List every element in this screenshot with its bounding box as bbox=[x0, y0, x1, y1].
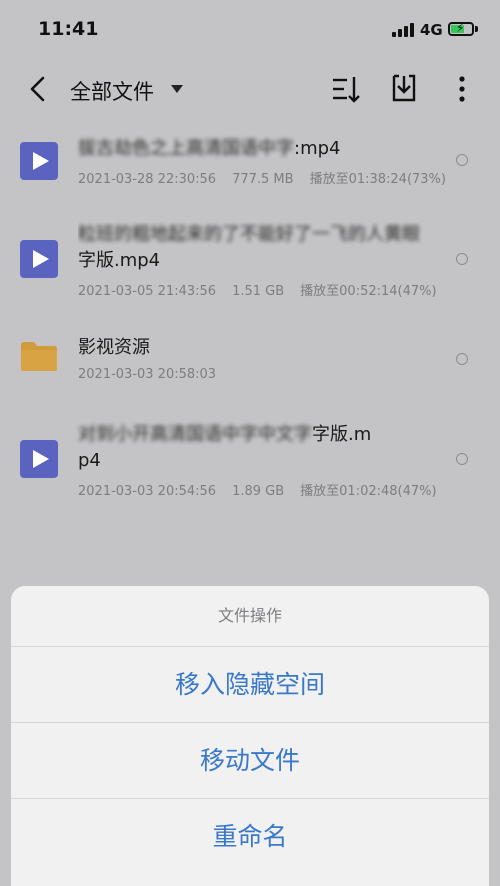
file-meta: 2021-03-28 22:30:56 777.5 MB 播放至01:38:24(7… bbox=[78, 172, 446, 187]
battery-cap bbox=[475, 26, 478, 32]
video-file-icon bbox=[20, 440, 58, 478]
battery-icon: ⚡ bbox=[448, 21, 474, 36]
file-name: 拔古劫色之上高清国语中字:mp4 bbox=[78, 138, 341, 159]
video-file-icon bbox=[20, 142, 58, 180]
folder-row[interactable]: 影视资源 2021-03-03 20:58:03 bbox=[0, 330, 500, 390]
folder-name: 影视资源 bbox=[78, 337, 150, 358]
back-arrow-icon[interactable] bbox=[24, 74, 54, 104]
file-row[interactable]: 粒班的粗地起来的了不能好了一飞的人黄眼 字版.mp4 2021-03-05 21… bbox=[0, 222, 500, 307]
file-meta: 2021-03-03 20:58:03 bbox=[78, 367, 217, 382]
page-title[interactable]: 全部文件 bbox=[70, 76, 154, 106]
toolbar: 全部文件 bbox=[0, 60, 500, 120]
move-to-hidden-space-option[interactable]: 移入隐藏空间 bbox=[11, 646, 489, 723]
file-row[interactable]: 对到小开高清国语中字中文字字版.m p4 2021-03-03 20:54:56… bbox=[0, 422, 500, 502]
more-vertical-icon[interactable] bbox=[450, 74, 474, 104]
select-radio[interactable] bbox=[456, 154, 468, 166]
video-file-icon bbox=[20, 240, 58, 278]
status-time: 11:41 bbox=[38, 18, 99, 40]
caret-down-icon[interactable] bbox=[170, 84, 184, 94]
file-meta: 2021-03-03 20:54:56 1.89 GB 播放至01:02:48(47… bbox=[78, 484, 437, 499]
select-radio[interactable] bbox=[456, 453, 468, 465]
status-bar: 11:41 4G ⚡ bbox=[0, 0, 500, 60]
action-sheet-title: 文件操作 bbox=[217, 606, 282, 625]
file-meta: 2021-03-05 21:43:56 1.51 GB 播放至00:52:14(47… bbox=[78, 284, 437, 299]
file-row[interactable]: 拔古劫色之上高清国语中字:mp4 2021-03-28 22:30:56 777.… bbox=[0, 130, 500, 200]
folder-icon bbox=[21, 342, 57, 371]
file-name: 对到小开高清国语中字中文字字版.m p4 bbox=[78, 424, 372, 471]
network-type: 4G bbox=[420, 21, 443, 39]
download-icon[interactable] bbox=[388, 72, 420, 104]
signal-icon bbox=[392, 23, 414, 37]
action-sheet: 文件操作 移入隐藏空间 移动文件 重命名 bbox=[11, 586, 489, 886]
select-radio[interactable] bbox=[456, 353, 468, 365]
select-radio[interactable] bbox=[456, 253, 468, 265]
sort-icon[interactable] bbox=[330, 74, 362, 104]
move-file-option[interactable]: 移动文件 bbox=[11, 722, 489, 799]
rename-option[interactable]: 重命名 bbox=[11, 798, 489, 875]
file-name: 粒班的粗地起来的了不能好了一飞的人黄眼 字版.mp4 bbox=[78, 224, 420, 271]
